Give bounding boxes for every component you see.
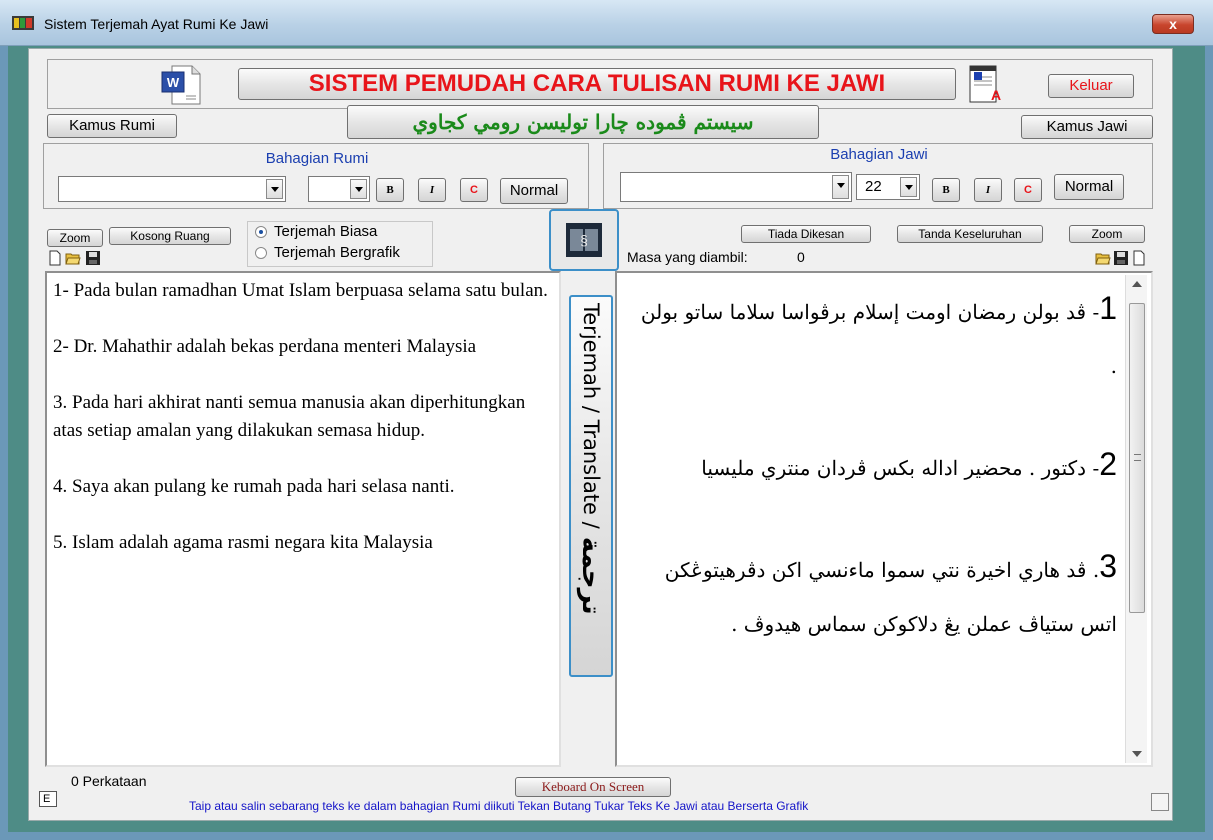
jawi-line: 3. ڤد هاري اخيرة نتي سموا ماءنسي اكن دڤر… xyxy=(631,539,1117,651)
jawi-color-button[interactable]: C xyxy=(1014,178,1042,202)
save-icon[interactable] xyxy=(1113,250,1129,266)
jawi-line-text: - دكتور . محضير اداله بكس ڤردان منتري مل… xyxy=(701,456,1100,480)
translate-label: Terjemah / Translate / xyxy=(579,303,603,529)
window-title: Sistem Terjemah Ayat Rumi Ke Jawi xyxy=(44,16,269,32)
radio-terjemah-bergrafik[interactable] xyxy=(255,247,267,259)
jawi-line: 1- ڤد بولن رمضان اومت إسلام برڤواسا سلام… xyxy=(631,281,1117,393)
close-button[interactable]: x xyxy=(1152,14,1194,34)
translate-jawi-label: ترجمة xyxy=(576,536,606,615)
rumi-text-area[interactable]: 1- Pada bulan ramadhan Umat Islam berpua… xyxy=(45,271,561,767)
rumi-line: 3. Pada hari akhirat nanti semua manusia… xyxy=(53,392,526,441)
chevron-down-icon[interactable] xyxy=(266,179,283,199)
main-title-banner: SISTEM PEMUDAH CARA TULISAN RUMI KE JAWI xyxy=(238,68,956,100)
graphic-button[interactable]: § xyxy=(549,209,619,271)
chevron-down-icon[interactable] xyxy=(350,179,367,199)
masa-label: Masa yang diambil: xyxy=(627,249,748,265)
chevron-down-icon[interactable] xyxy=(900,177,917,197)
rumi-size-select[interactable] xyxy=(308,176,370,202)
word-document-icon[interactable]: W xyxy=(160,64,202,106)
svg-text:§: § xyxy=(580,232,588,248)
notepad-icon[interactable]: A xyxy=(966,62,1002,106)
svg-text:A: A xyxy=(991,87,1001,103)
open-folder-icon[interactable] xyxy=(65,250,81,266)
tiada-dikesan-button[interactable]: Tiada Dikesan xyxy=(741,225,871,243)
kamus-rumi-button[interactable]: Kamus Rumi xyxy=(47,114,177,138)
jawi-text-area[interactable]: 1- ڤد بولن رمضان اومت إسلام برڤواسا سلام… xyxy=(615,271,1153,767)
scroll-up-icon[interactable] xyxy=(1132,281,1142,287)
jawi-line: 2- دكتور . محضير اداله بكس ڤردان منتري م… xyxy=(631,437,1117,495)
book-icon: § xyxy=(566,223,602,257)
jawi-line-text: - ڤد بولن رمضان اومت إسلام برڤواسا سلاما… xyxy=(640,300,1117,378)
rumi-line: 1- Pada bulan ramadhan Umat Islam berpua… xyxy=(53,280,548,301)
tanda-keseluruhan-button[interactable]: Tanda Keseluruhan xyxy=(897,225,1043,243)
masa-value: 0 xyxy=(797,249,805,265)
new-file-icon[interactable] xyxy=(1131,250,1147,266)
kamus-jawi-button[interactable]: Kamus Jawi xyxy=(1021,115,1153,139)
rumi-color-button[interactable]: C xyxy=(460,178,488,202)
rumi-bold-button[interactable]: B xyxy=(376,178,404,202)
jawi-font-select[interactable] xyxy=(620,172,852,202)
title-bar[interactable]: Sistem Terjemah Ayat Rumi Ke Jawi x xyxy=(0,0,1213,46)
rumi-line: 5. Islam adalah agama rasmi negara kita … xyxy=(53,532,433,553)
scroll-down-icon[interactable] xyxy=(1132,751,1142,757)
jawi-line-number: 2 xyxy=(1099,446,1117,482)
keyboard-on-screen-button[interactable]: Keboard On Screen xyxy=(515,777,671,797)
kosong-ruang-button[interactable]: Kosong Ruang xyxy=(109,227,231,245)
jawi-bold-button[interactable]: B xyxy=(932,178,960,202)
jawi-scrollbar[interactable] xyxy=(1125,275,1147,763)
jawi-panel-label: Bahagian Jawi xyxy=(830,146,928,163)
word-count: 0 Perkataan xyxy=(71,773,147,789)
rumi-italic-button[interactable]: I xyxy=(418,178,446,202)
rumi-zoom-button[interactable]: Zoom xyxy=(47,229,103,247)
chevron-down-icon[interactable] xyxy=(832,175,849,199)
header-panel: W SISTEM PEMUDAH CARA TULISAN RUMI KE JA… xyxy=(47,59,1153,109)
rumi-panel-label: Bahagian Rumi xyxy=(265,150,369,167)
jawi-normal-button[interactable]: Normal xyxy=(1054,174,1124,200)
jawi-size-value: 22 xyxy=(865,178,882,195)
jawi-zoom-button[interactable]: Zoom xyxy=(1069,225,1145,243)
jawi-format-panel: Bahagian Jawi 22 B I C Normal xyxy=(603,143,1153,209)
app-icon xyxy=(12,16,34,30)
e-indicator: E xyxy=(39,791,57,807)
new-file-icon[interactable] xyxy=(47,250,63,266)
resize-grip[interactable] xyxy=(1151,793,1169,811)
jawi-line-number: 3 xyxy=(1099,548,1117,584)
rumi-format-panel: Bahagian Rumi B I C Normal xyxy=(43,143,589,209)
client-area: W SISTEM PEMUDAH CARA TULISAN RUMI KE JA… xyxy=(28,48,1173,821)
scroll-thumb[interactable] xyxy=(1129,303,1145,613)
jawi-line-number: 1 xyxy=(1099,290,1117,326)
jawi-size-select[interactable]: 22 xyxy=(856,174,920,200)
radio-biasa-label: Terjemah Biasa xyxy=(274,223,378,240)
radio-terjemah-biasa[interactable] xyxy=(255,226,267,238)
radio-grafik-label: Terjemah Bergrafik xyxy=(274,244,400,261)
save-icon[interactable] xyxy=(85,250,101,266)
rumi-line: 4. Saya akan pulang ke rumah pada hari s… xyxy=(53,476,455,497)
hint-text: Taip atau salin sebarang teks ke dalam b… xyxy=(189,799,809,813)
open-folder-icon[interactable] xyxy=(1095,250,1111,266)
translate-button[interactable]: Terjemah / Translate / ترجمة xyxy=(569,295,613,677)
translate-mode-group: Terjemah Biasa Terjemah Bergrafik xyxy=(247,221,433,267)
exit-button[interactable]: Keluar xyxy=(1048,74,1134,98)
rumi-normal-button[interactable]: Normal xyxy=(500,178,568,204)
jawi-italic-button[interactable]: I xyxy=(974,178,1002,202)
svg-text:W: W xyxy=(167,75,180,90)
rumi-font-select[interactable] xyxy=(58,176,286,202)
jawi-title-banner: سيستم ڤموده چارا توليسن رومي كجاوي xyxy=(347,105,819,139)
rumi-line: 2- Dr. Mahathir adalah bekas perdana men… xyxy=(53,336,477,357)
jawi-line-text: . ڤد هاري اخيرة نتي سموا ماءنسي اكن دڤره… xyxy=(664,558,1117,636)
main-title-text: SISTEM PEMUDAH CARA TULISAN RUMI KE JAWI xyxy=(308,70,886,97)
